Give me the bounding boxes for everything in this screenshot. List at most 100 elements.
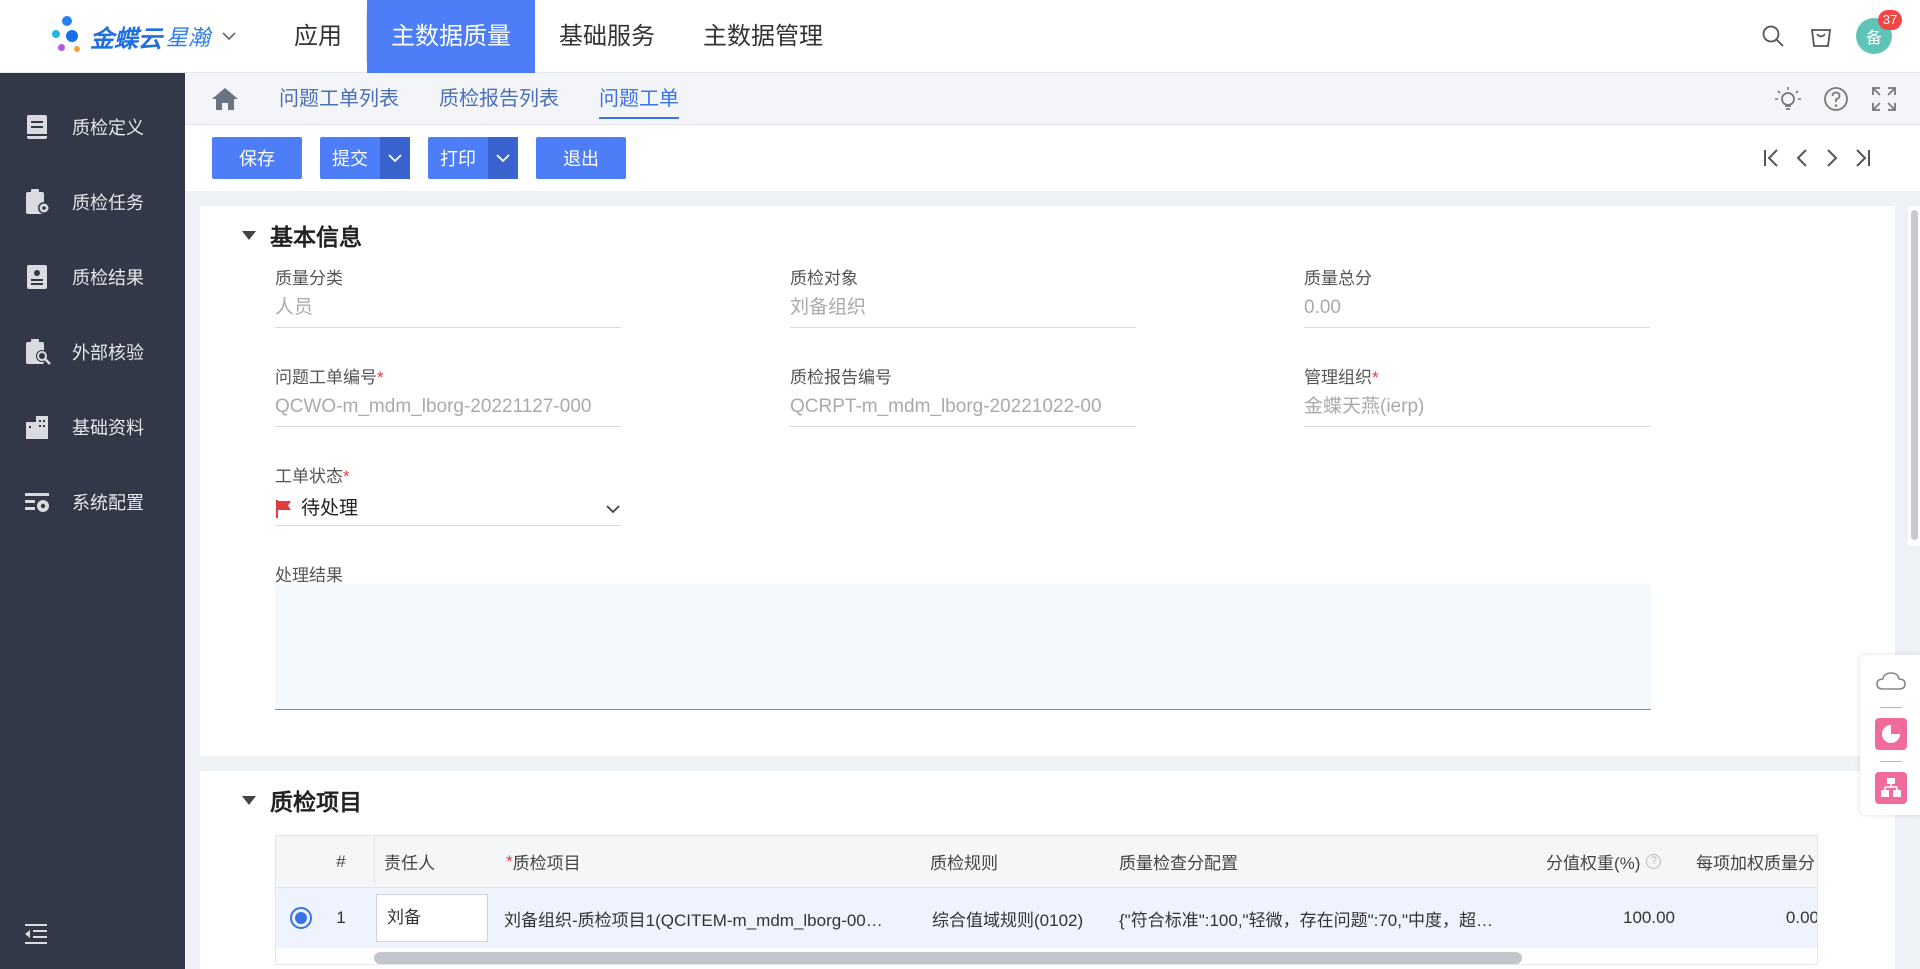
section-title: 基本信息 xyxy=(270,224,362,250)
ticket-status-select[interactable]: 待处理 xyxy=(275,492,621,526)
field-ticket-status: 工单状态* 待处理 xyxy=(275,462,621,526)
previous-record-icon[interactable] xyxy=(1792,145,1812,171)
table-row[interactable]: 1 刘备 刘备组织-质检项目1(QCITEM-m_mdm_lborg-00… 综… xyxy=(276,888,1817,948)
field-label: 质检对象 xyxy=(790,269,858,288)
sidebar-item-external-verification[interactable]: 外部核验 xyxy=(0,314,185,389)
help-icon[interactable] xyxy=(1822,85,1850,113)
nav-mdm-management[interactable]: 主数据管理 xyxy=(679,0,847,73)
notification-badge: 37 xyxy=(1878,10,1902,30)
cloud-icon[interactable] xyxy=(1874,665,1908,699)
building-icon xyxy=(26,415,48,439)
avatar[interactable]: 备 37 xyxy=(1856,10,1902,54)
field-label: 问题工单编号* xyxy=(275,363,621,387)
print-dropdown[interactable] xyxy=(488,137,518,179)
field-total-score: 质量总分 0.00 xyxy=(1304,264,1650,328)
ticket-status-value: 待处理 xyxy=(301,497,359,519)
nav-apps[interactable]: 应用 xyxy=(270,0,366,73)
col-weighted[interactable]: 每项加权质量分 xyxy=(1696,836,1817,887)
sidebar-item-basic-data[interactable]: 基础资料 xyxy=(0,389,185,464)
clipboard-search-icon xyxy=(26,338,51,365)
top-bar: 金蝶云 星瀚 应用 主数据质量 基础服务 主数据管理 备 37 xyxy=(0,0,1920,73)
tab-report-list[interactable]: 质检报告列表 xyxy=(419,73,579,125)
col-config[interactable]: 质量检查分配置 xyxy=(1119,836,1419,887)
col-weight[interactable]: 分值权重(%)? xyxy=(1546,836,1696,887)
sidebar-item-label: 系统配置 xyxy=(72,492,144,513)
collapse-triangle-icon xyxy=(242,795,256,805)
field-label: 质检报告编号 xyxy=(790,368,892,387)
report-icon xyxy=(27,264,47,289)
lightbulb-icon[interactable] xyxy=(1774,85,1802,113)
home-icon[interactable] xyxy=(211,86,239,112)
col-item[interactable]: * 质检项目 xyxy=(506,836,806,887)
red-flag-icon xyxy=(276,499,291,518)
weight-cell: 100.00 xyxy=(1623,908,1675,927)
col-rule[interactable]: 质检规则 xyxy=(930,836,1080,887)
sidebar-item-label: 质检结果 xyxy=(72,267,144,288)
nav-basic-services[interactable]: 基础服务 xyxy=(535,0,679,73)
col-item-label: 质检项目 xyxy=(512,854,581,873)
tab-issue-ticket[interactable]: 问题工单 xyxy=(579,73,699,125)
chevron-down-icon[interactable] xyxy=(222,31,236,41)
org-chart-icon[interactable] xyxy=(1874,771,1908,805)
required-mark: * xyxy=(506,851,513,871)
result-textarea[interactable] xyxy=(275,584,1651,710)
tool-divider xyxy=(1880,707,1902,708)
table-horizontal-scrollbar[interactable] xyxy=(374,952,1522,964)
mgmt-org-label: 管理组织 xyxy=(1304,368,1372,387)
sidebar-item-label: 质检任务 xyxy=(72,192,144,213)
help-icon[interactable]: ? xyxy=(1646,854,1662,869)
item-cell[interactable]: 刘备组织-质检项目1(QCITEM-m_mdm_lborg-00… xyxy=(504,888,909,948)
col-weight-label: 分值权重(%) xyxy=(1546,854,1641,873)
inspection-object-value: 刘备组织 xyxy=(790,294,1136,328)
sidebar-item-label: 外部核验 xyxy=(72,342,144,363)
record-navigation xyxy=(1762,145,1872,171)
col-owner[interactable]: 责任人 xyxy=(384,836,484,887)
first-record-icon[interactable] xyxy=(1762,145,1782,171)
toolbar: 保存 提交 打印 退出 xyxy=(185,125,1920,191)
print-button[interactable]: 打印 xyxy=(428,137,518,179)
save-button[interactable]: 保存 xyxy=(212,137,302,179)
required-mark: * xyxy=(343,467,350,486)
inspection-items-table: # 责任人 * 质检项目 质检规则 质量检查分配置 分值权重(%)? 每项加权质量… xyxy=(275,835,1818,965)
clipboard-gear-icon xyxy=(26,188,50,214)
result-label: 处理结果 xyxy=(275,566,343,585)
tab-issue-list[interactable]: 问题工单列表 xyxy=(259,73,419,125)
ticket-no-label: 问题工单编号 xyxy=(275,368,377,387)
floating-toolbar xyxy=(1860,655,1920,815)
required-mark: * xyxy=(1372,368,1379,387)
content-scrollbar[interactable] xyxy=(1908,206,1920,546)
search-icon[interactable] xyxy=(1760,23,1786,49)
submit-dropdown[interactable] xyxy=(380,137,410,179)
app-logo[interactable]: 金蝶云 星瀚 xyxy=(52,14,236,58)
owner-input[interactable]: 刘备 xyxy=(376,894,488,942)
collapse-triangle-icon xyxy=(242,230,256,240)
basic-info-header[interactable]: 基本信息 xyxy=(242,218,362,252)
row-radio[interactable] xyxy=(286,888,316,948)
last-record-icon[interactable] xyxy=(1852,145,1872,171)
sidebar-item-inspection-definition[interactable]: 质检定义 xyxy=(0,89,185,164)
logo-mark-icon xyxy=(52,16,88,56)
sidebar-item-label: 基础资料 xyxy=(72,417,144,438)
sidebar-item-inspection-task[interactable]: 质检任务 xyxy=(0,164,185,239)
total-score-value: 0.00 xyxy=(1304,294,1650,328)
sidebar-item-system-config[interactable]: 系统配置 xyxy=(0,464,185,539)
fullscreen-icon[interactable] xyxy=(1870,85,1898,113)
collapse-sidebar-icon[interactable] xyxy=(22,919,50,947)
next-record-icon[interactable] xyxy=(1822,145,1842,171)
quality-category-value: 人员 xyxy=(275,294,621,328)
pie-chart-icon[interactable] xyxy=(1874,717,1908,751)
settings-list-icon xyxy=(25,492,49,512)
exit-button[interactable]: 退出 xyxy=(536,137,626,179)
field-label: 质量分类 xyxy=(275,269,343,288)
book-icon xyxy=(27,114,47,139)
shopping-bag-icon[interactable] xyxy=(1808,23,1834,49)
scrollbar-thumb[interactable] xyxy=(1911,210,1918,540)
tab-strip: 问题工单列表 质检报告列表 问题工单 xyxy=(185,73,1920,125)
config-cell[interactable]: {"符合标准":100,"轻微，存在问题":70,"中度，超… xyxy=(1119,888,1519,948)
basic-info-panel: 基本信息 质量分类 人员 质检对象 刘备组织 质量总分 0.00 问题工单编号*… xyxy=(200,206,1895,756)
sidebar-item-inspection-result[interactable]: 质检结果 xyxy=(0,239,185,314)
row-index: 1 xyxy=(336,908,346,927)
nav-mdm-quality[interactable]: 主数据质量 xyxy=(367,0,535,73)
submit-button[interactable]: 提交 xyxy=(320,137,410,179)
inspection-items-header[interactable]: 质检项目 xyxy=(242,783,362,817)
